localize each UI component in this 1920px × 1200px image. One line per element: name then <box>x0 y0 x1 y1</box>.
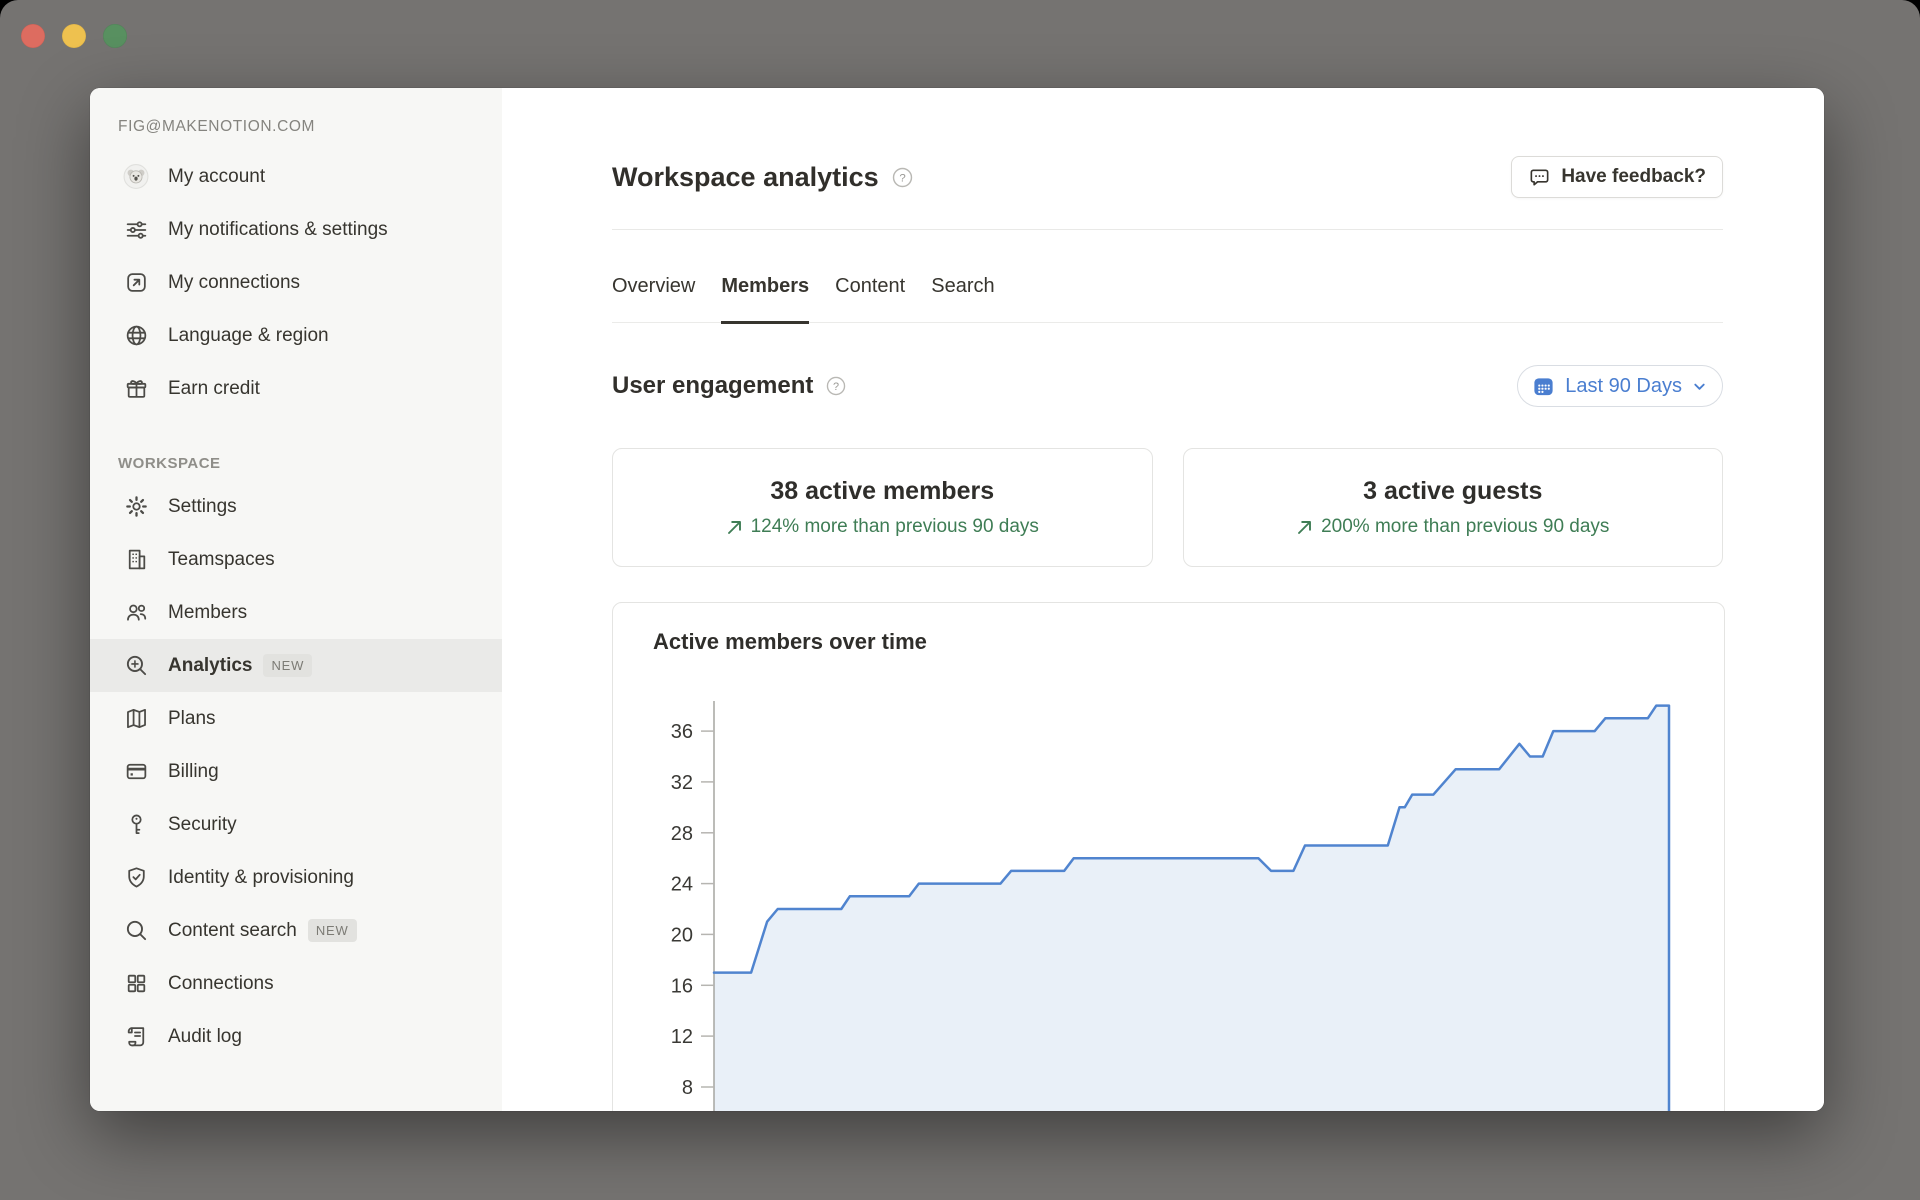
active-members-value: 38 active members <box>770 477 994 506</box>
close-button[interactable] <box>21 24 45 48</box>
sidebar-item-content-search[interactable]: Content search NEW <box>90 904 502 957</box>
active-members-card: 38 active members 124% more than previou… <box>612 448 1153 567</box>
chart-title: Active members over time <box>653 629 927 655</box>
sidebar-item-label: Settings <box>168 493 237 520</box>
page-title: Workspace analytics <box>612 162 879 193</box>
minimize-button[interactable] <box>62 24 86 48</box>
sidebar-item-label: Identity & provisioning <box>168 864 354 891</box>
new-badge: NEW <box>308 919 357 942</box>
sidebar-item-my-connections[interactable]: My connections <box>90 256 502 309</box>
gift-icon <box>123 376 149 402</box>
svg-text:12: 12 <box>671 1026 693 1048</box>
svg-text:8: 8 <box>682 1077 693 1099</box>
feedback-button-label: Have feedback? <box>1561 166 1706 188</box>
trend-up-icon <box>726 519 743 536</box>
sidebar-item-language-region[interactable]: Language & region <box>90 309 502 362</box>
sidebar-item-label: Audit log <box>168 1023 242 1050</box>
sidebar-item-label: My notifications & settings <box>168 216 388 243</box>
sidebar-item-analytics[interactable]: Analytics NEW <box>90 639 502 692</box>
date-range-label: Last 90 Days <box>1565 375 1682 398</box>
search-icon <box>123 918 149 944</box>
map-icon <box>123 706 149 732</box>
sidebar-item-members[interactable]: Members <box>90 586 502 639</box>
sidebar-item-label: My account <box>168 163 265 190</box>
people-icon <box>123 600 149 626</box>
zoom-button[interactable] <box>103 24 127 48</box>
tab-content[interactable]: Content <box>835 274 905 322</box>
tab-members[interactable]: Members <box>721 274 809 322</box>
svg-text:36: 36 <box>671 721 693 743</box>
active-members-delta: 124% more than previous 90 days <box>751 516 1039 538</box>
sidebar-item-billing[interactable]: Billing <box>90 745 502 798</box>
tab-overview[interactable]: Overview <box>612 274 695 322</box>
desktop-backdrop: FIG@MAKENOTION.COM My account <box>0 0 1920 1200</box>
sidebar-item-audit-log[interactable]: Audit log <box>90 1010 502 1063</box>
sidebar-item-plans[interactable]: Plans <box>90 692 502 745</box>
chevron-down-icon <box>1692 379 1707 394</box>
sliders-icon <box>123 217 149 243</box>
active-guests-card: 3 active guests 200% more than previous … <box>1183 448 1724 567</box>
sidebar-item-settings[interactable]: Settings <box>90 480 502 533</box>
window-controls <box>21 24 127 48</box>
shield-check-icon <box>123 865 149 891</box>
user-engagement-heading: User engagement <box>612 372 813 400</box>
svg-text:28: 28 <box>671 823 693 845</box>
sidebar-item-notifications-settings[interactable]: My notifications & settings <box>90 203 502 256</box>
calendar-icon <box>1532 375 1555 398</box>
sidebar-item-identity-provisioning[interactable]: Identity & provisioning <box>90 851 502 904</box>
new-badge: NEW <box>263 654 312 677</box>
svg-text:24: 24 <box>671 874 693 896</box>
active-guests-delta: 200% more than previous 90 days <box>1321 516 1609 538</box>
sidebar-item-label: Plans <box>168 705 216 732</box>
help-icon[interactable]: ? <box>892 167 913 188</box>
svg-text:?: ? <box>899 172 905 184</box>
avatar <box>123 164 149 190</box>
key-icon <box>123 812 149 838</box>
stat-cards: 38 active members 124% more than previou… <box>612 448 1723 567</box>
workspace-section-heading: WORKSPACE <box>118 455 502 472</box>
settings-window: FIG@MAKENOTION.COM My account <box>90 88 1824 1111</box>
sidebar-item-label: Members <box>168 599 247 626</box>
sidebar-item-label: Connections <box>168 970 274 997</box>
area-chart: 8 12 16 20 24 28 32 36 <box>613 603 1725 1111</box>
svg-text:?: ? <box>833 381 839 393</box>
sidebar-item-label: Analytics <box>168 652 252 679</box>
credit-card-icon <box>123 759 149 785</box>
help-icon[interactable]: ? <box>826 376 846 396</box>
svg-text:20: 20 <box>671 924 693 946</box>
sidebar-item-label: Billing <box>168 758 219 785</box>
active-members-chart: 8 12 16 20 24 28 32 36 Active members over time <box>612 602 1725 1111</box>
account-email: FIG@MAKENOTION.COM <box>118 118 502 136</box>
sidebar-item-label: Language & region <box>168 322 329 349</box>
tab-search[interactable]: Search <box>931 274 994 322</box>
chat-bubble-icon <box>1528 166 1551 189</box>
scroll-icon <box>123 1024 149 1050</box>
header-divider <box>612 229 1723 230</box>
arrow-up-right-box-icon <box>123 270 149 296</box>
analytics-main-panel: Workspace analytics ? Have feedback? <box>502 88 1824 1111</box>
sidebar-item-label: Teamspaces <box>168 546 275 573</box>
globe-icon <box>123 323 149 349</box>
have-feedback-button[interactable]: Have feedback? <box>1511 156 1723 198</box>
sidebar-item-earn-credit[interactable]: Earn credit <box>90 362 502 415</box>
gear-icon <box>123 494 149 520</box>
svg-text:16: 16 <box>671 975 693 997</box>
sidebar-item-security[interactable]: Security <box>90 798 502 851</box>
sidebar-item-label: Security <box>168 811 237 838</box>
sidebar-item-connections[interactable]: Connections <box>90 957 502 1010</box>
grid-icon <box>123 971 149 997</box>
sidebar-item-label: Earn credit <box>168 375 260 402</box>
sidebar-item-my-account[interactable]: My account <box>90 150 502 203</box>
sidebar-item-label: My connections <box>168 269 300 296</box>
svg-text:32: 32 <box>671 772 693 794</box>
analytics-magnifier-icon <box>123 653 149 679</box>
trend-up-icon <box>1296 519 1313 536</box>
sidebar-item-label: Content search <box>168 917 297 944</box>
date-range-selector[interactable]: Last 90 Days <box>1517 365 1723 407</box>
sidebar-item-teamspaces[interactable]: Teamspaces <box>90 533 502 586</box>
building-icon <box>123 547 149 573</box>
active-guests-value: 3 active guests <box>1363 477 1542 506</box>
analytics-tabs: Overview Members Content Search <box>612 274 1723 323</box>
settings-sidebar: FIG@MAKENOTION.COM My account <box>90 88 502 1111</box>
